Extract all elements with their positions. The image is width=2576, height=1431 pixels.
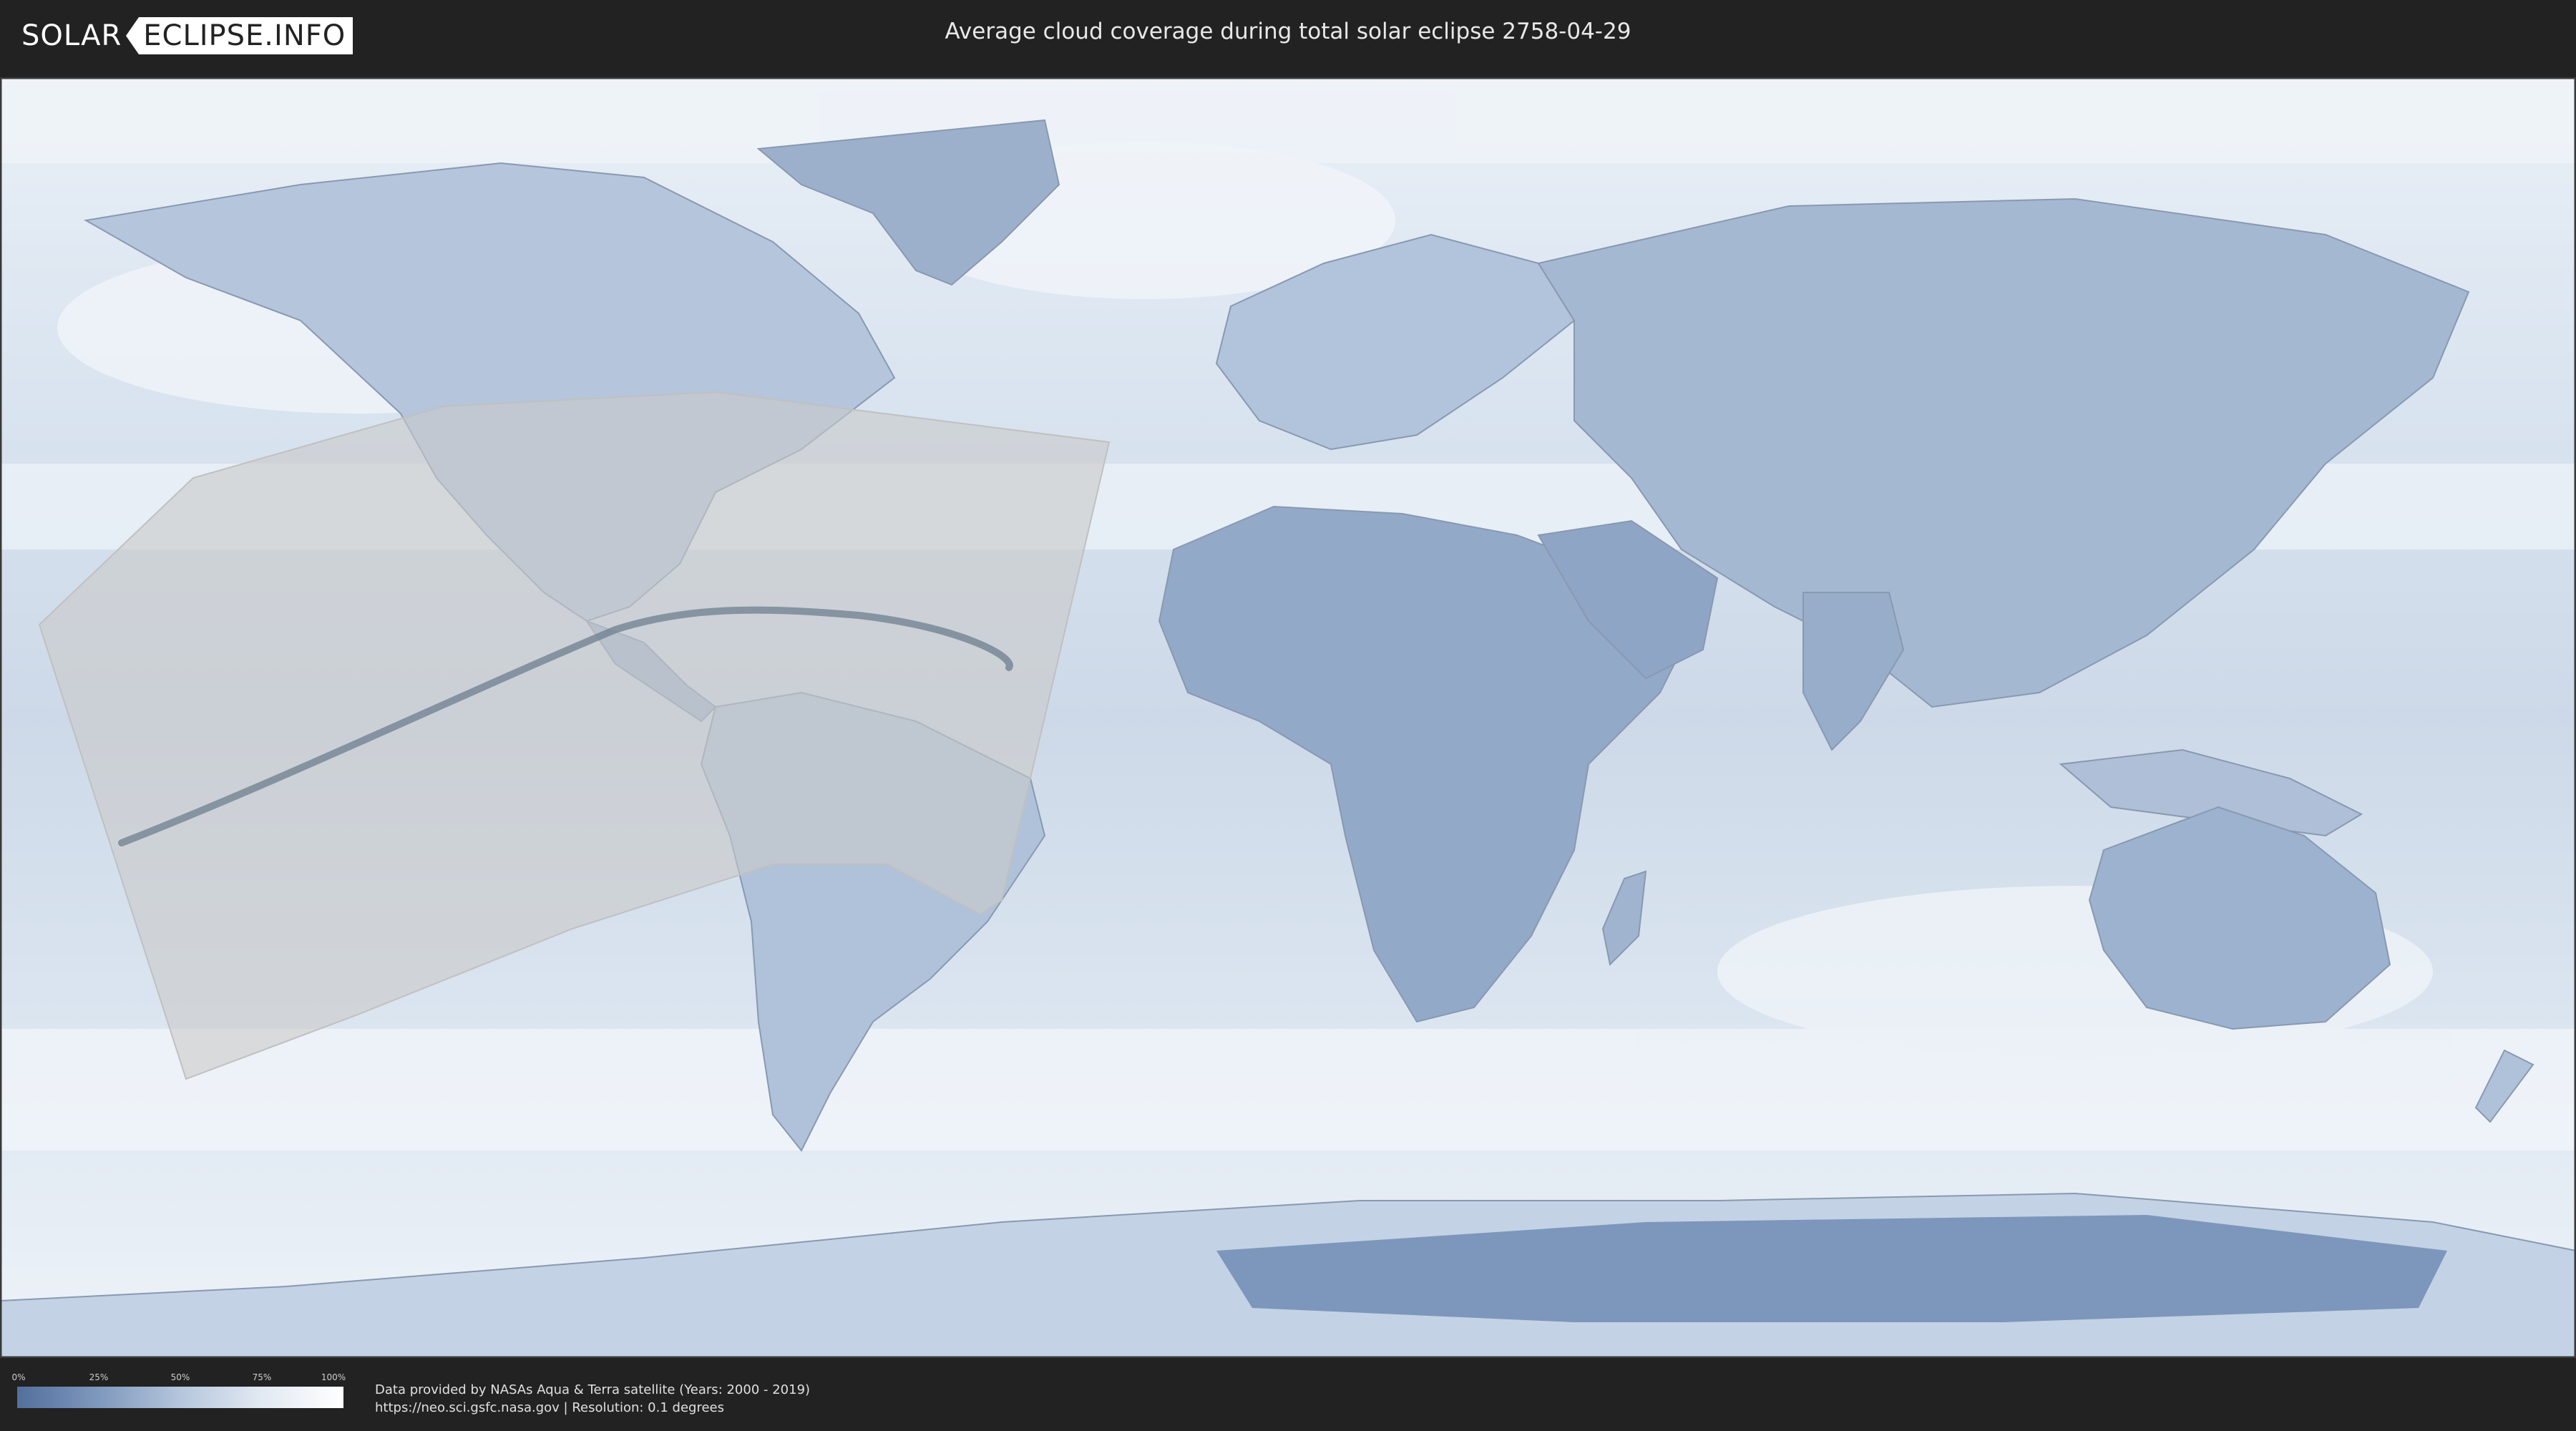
data-source-link[interactable]: https://neo.sci.gsfc.nasa.gov | Resoluti… <box>375 1399 810 1417</box>
world-map-svg <box>0 77 2576 1358</box>
legend-tick-75: 75% <box>252 1372 272 1382</box>
legend-ticks: 0% 25% 50% 75% 100% <box>11 1372 346 1387</box>
cloud-coverage-map[interactable] <box>0 77 2576 1358</box>
page-title: Average cloud coverage during total sola… <box>945 19 1631 44</box>
legend-color-bar <box>17 1387 343 1408</box>
legend-tick-0: 0% <box>11 1372 26 1382</box>
legend-tick-100: 100% <box>321 1372 346 1382</box>
cloud-coverage-legend: 0% 25% 50% 75% 100% <box>11 1372 346 1408</box>
legend-tick-25: 25% <box>89 1372 109 1382</box>
legend-tick-50: 50% <box>170 1372 190 1382</box>
footer-bar: 0% 25% 50% 75% 100% Data provided by NAS… <box>0 1359 2576 1431</box>
data-source-line: Data provided by NASAs Aqua & Terra sate… <box>375 1382 811 1397</box>
data-source-text: Data provided by NASAs Aqua & Terra sate… <box>375 1381 810 1417</box>
header-bar: SOLAR ECLIPSE.INFO Average cloud coverag… <box>0 0 2576 72</box>
